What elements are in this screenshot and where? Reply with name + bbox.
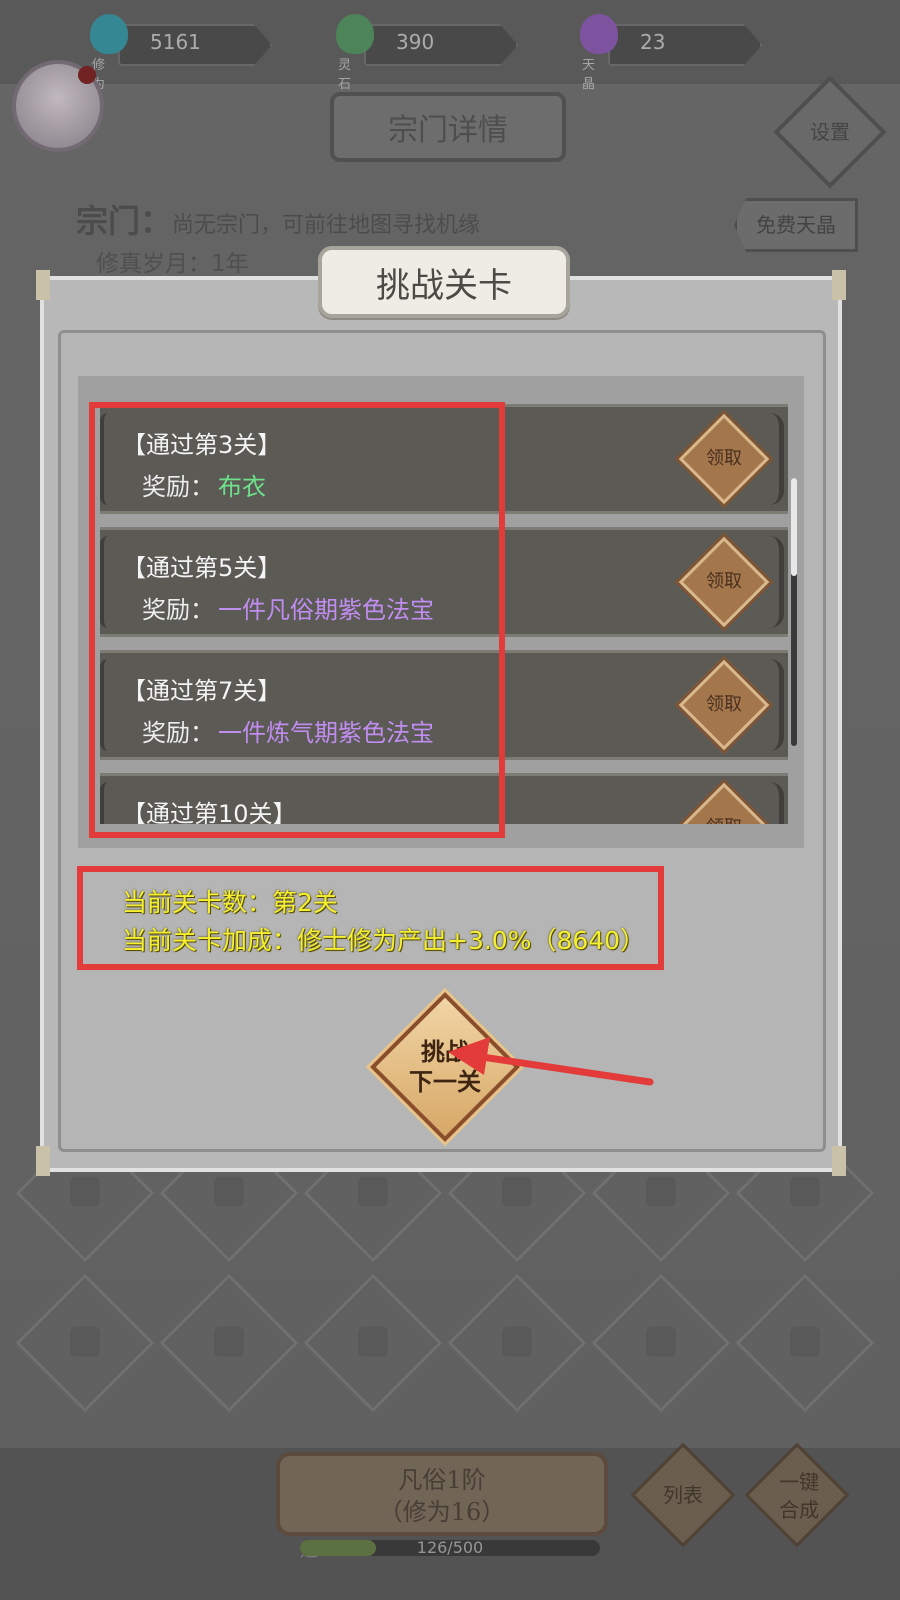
annotation-arrow (448, 1037, 654, 1086)
